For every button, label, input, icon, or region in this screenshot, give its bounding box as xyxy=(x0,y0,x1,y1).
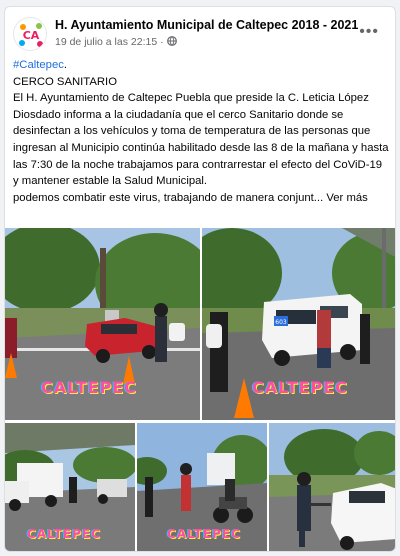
photo-truck[interactable]: CALTEPEC xyxy=(5,423,135,551)
post-text: #Caltepec. CERCO SANITARIO El H. Ayuntam… xyxy=(13,57,389,206)
page-name-link[interactable]: H. Ayuntamiento Municipal de Caltepec 20… xyxy=(55,18,358,32)
watermark: CALTEPEC xyxy=(27,527,101,541)
post-body: El H. Ayuntamiento de Caltepec Puebla qu… xyxy=(13,92,389,188)
meta-separator: · xyxy=(160,36,164,48)
svg-text:603: 603 xyxy=(275,319,287,326)
more-options-button[interactable]: ••• xyxy=(359,23,379,41)
photo-white-car[interactable] xyxy=(269,423,395,551)
photo-grid: CALTEPEC 603 CALTEPEC CALTEPEC CALTEPEC xyxy=(5,228,395,551)
post-heading: CERCO SANITARIO xyxy=(13,75,117,88)
svg-text:CA: CA xyxy=(23,29,40,42)
post-continued: podemos combatir este virus, trabajando … xyxy=(13,191,324,204)
watermark: CALTEPEC xyxy=(41,378,137,397)
post-card: CA H. Ayuntamiento Municipal de Caltepec… xyxy=(4,6,396,552)
hashtag-suffix: . xyxy=(63,59,68,71)
photo-white-van[interactable]: 603 CALTEPEC xyxy=(202,228,395,420)
watermark: CALTEPEC xyxy=(252,378,348,397)
caltepec-logo-icon: CA xyxy=(15,19,46,50)
photo-white-car-image xyxy=(269,423,395,551)
hashtag-link[interactable]: #Caltepec xyxy=(13,59,64,71)
post-meta: 19 de julio a las 22:15 · xyxy=(55,36,177,48)
photo-motorcycle[interactable]: CALTEPEC xyxy=(137,423,267,551)
post-header: CA H. Ayuntamiento Municipal de Caltepec… xyxy=(13,15,387,55)
photo-red-car[interactable]: CALTEPEC xyxy=(5,228,200,420)
see-more-link[interactable]: Ver más xyxy=(326,192,367,204)
globe-icon[interactable] xyxy=(166,36,177,46)
post-timestamp[interactable]: 19 de julio a las 22:15 xyxy=(55,36,157,48)
watermark: CALTEPEC xyxy=(167,527,241,541)
page-avatar[interactable]: CA xyxy=(13,17,47,51)
